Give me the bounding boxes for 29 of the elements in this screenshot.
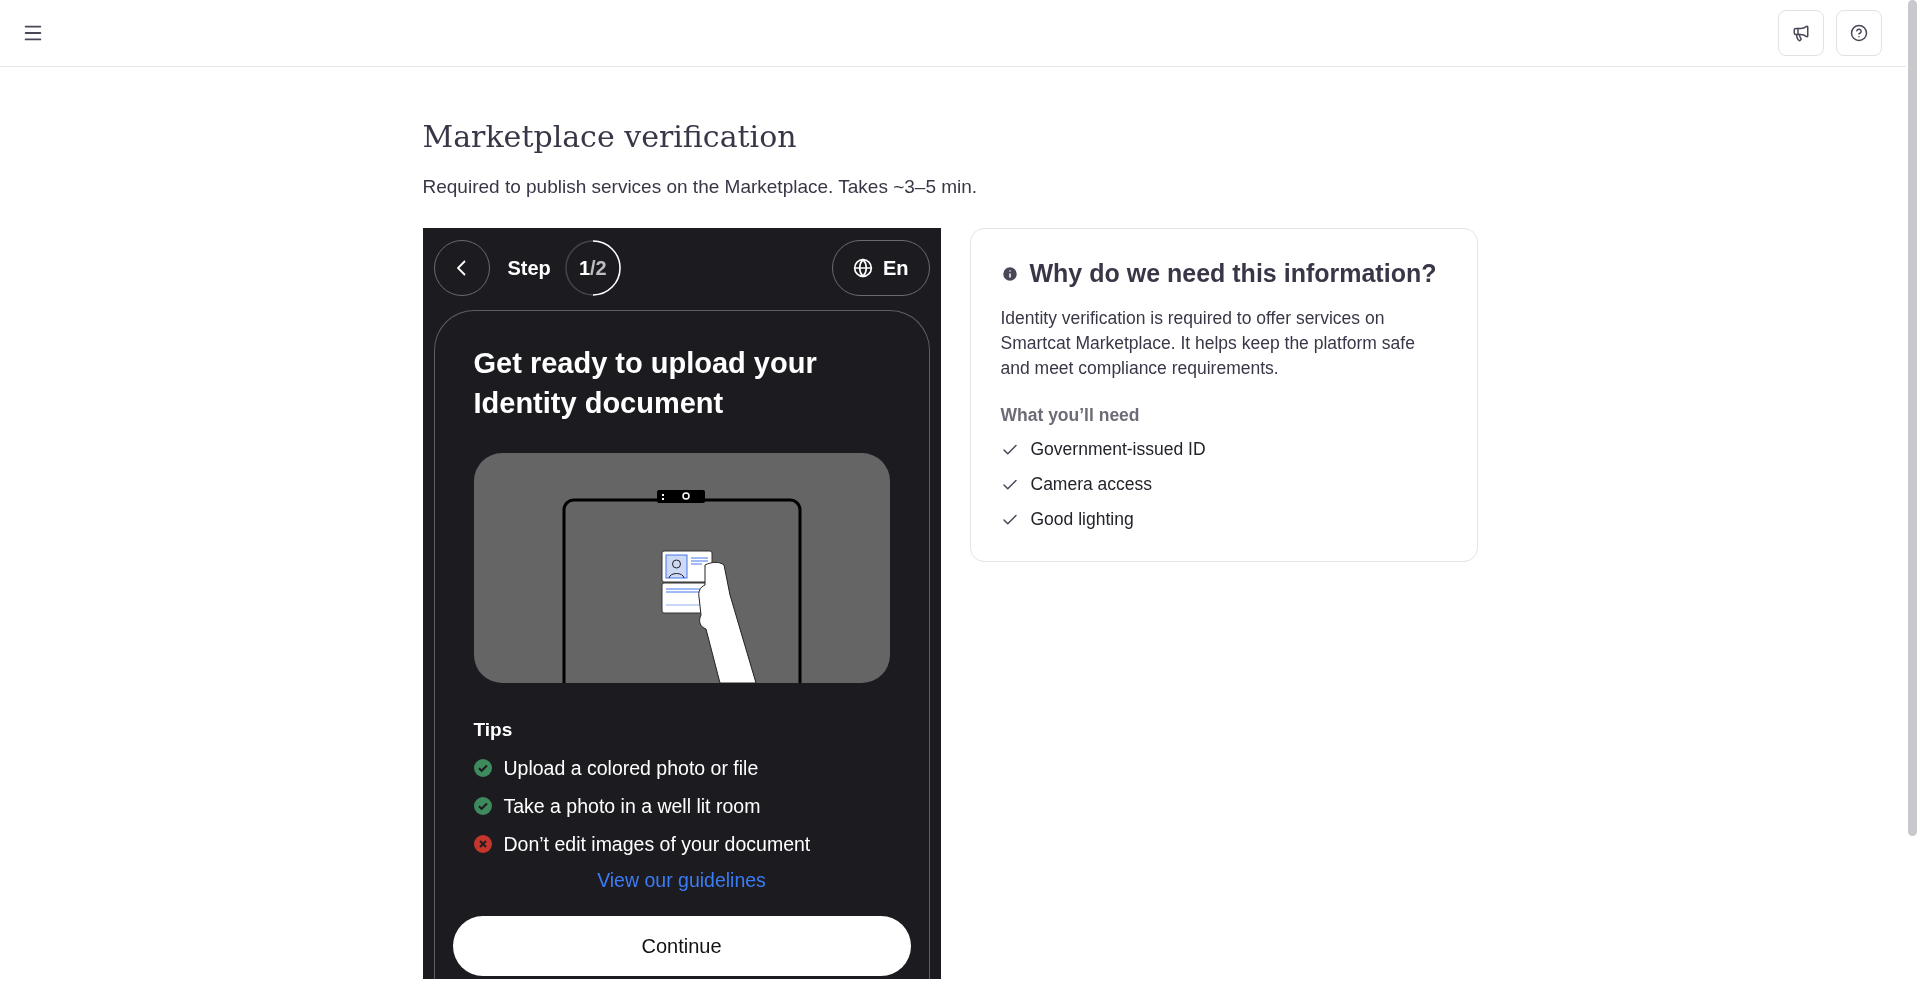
- globe-icon: [852, 258, 873, 278]
- cross-circle-icon: [473, 835, 492, 853]
- needs-heading: What you’ll need: [1000, 405, 1141, 426]
- info-text: Identity verification is required to offer services on Smartcat Marketplace. It helps keep the platform safe and meet compliance requirements.: [1000, 307, 1416, 380]
- continue-button[interactable]: Continue: [452, 916, 911, 976]
- check-circle-icon: [473, 797, 492, 815]
- step-label: Step: [507, 256, 551, 280]
- page-title: Marketplace verification: [422, 119, 798, 154]
- need-item: Good lighting: [1030, 509, 1134, 530]
- megaphone-button[interactable]: [1778, 10, 1824, 56]
- page-subtitle: Required to publish services on the Marketplace. Takes ~3–5 min.: [422, 176, 979, 198]
- tip-text: Take a photo in a well lit room: [503, 794, 761, 818]
- tip-text: Upload a colored photo or file: [503, 756, 759, 780]
- help-button[interactable]: [1836, 10, 1882, 56]
- check-circle-icon: [473, 759, 492, 777]
- chevron-left-icon: [457, 260, 466, 276]
- step-current: 1: [578, 256, 591, 280]
- need-item: Government-issued ID: [1030, 439, 1206, 460]
- tip-text: Don’t edit images of your document: [503, 832, 811, 856]
- scrollbar[interactable]: [1908, 0, 1917, 836]
- info-title: Why do we need this information?: [1029, 259, 1437, 288]
- help-icon: [1850, 24, 1868, 42]
- guidelines-link[interactable]: View our guidelines: [597, 869, 766, 892]
- info-icon: [1000, 264, 1019, 283]
- megaphone-icon: [1792, 24, 1810, 42]
- tips-heading: Tips: [473, 719, 514, 741]
- card-title: Get ready to upload your Identity document: [473, 346, 818, 421]
- need-item: Camera access: [1030, 474, 1153, 495]
- step-total: /2: [590, 256, 607, 280]
